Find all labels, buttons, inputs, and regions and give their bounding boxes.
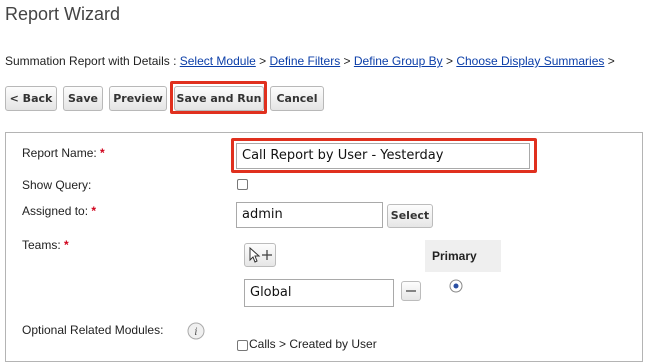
breadcrumb-separator: > [259, 54, 267, 68]
related-module-option-label: Calls > Created by User [249, 337, 377, 351]
breadcrumb-prefix: Summation Report with Details : [5, 54, 177, 68]
primary-team-radio[interactable] [449, 279, 463, 293]
team-name-input[interactable]: Global [244, 279, 394, 307]
breadcrumb-separator: > [343, 54, 351, 68]
teams-label-text: Teams: [22, 238, 61, 252]
related-module-checkbox[interactable] [237, 340, 248, 351]
required-marker: * [100, 146, 105, 160]
preview-button[interactable]: Preview [109, 86, 167, 111]
svg-text:i: i [194, 327, 197, 338]
assigned-to-label: Assigned to: * [22, 204, 96, 218]
highlight-save-and-run [170, 81, 267, 114]
cursor-plus-icon [249, 246, 272, 263]
primary-header-text: Primary [432, 249, 477, 263]
breadcrumb-select-module[interactable]: Select Module [180, 54, 256, 68]
breadcrumb-define-group-by[interactable]: Define Group By [354, 54, 443, 68]
select-user-button[interactable]: Select [387, 204, 433, 228]
breadcrumb-separator: > [445, 54, 453, 68]
cancel-button[interactable]: Cancel [270, 86, 324, 111]
breadcrumb-separator: > [607, 54, 615, 68]
info-icon[interactable]: i [187, 322, 205, 340]
show-query-checkbox[interactable] [237, 179, 248, 190]
show-query-label: Show Query: [22, 178, 92, 192]
teams-label: Teams: * [22, 238, 69, 252]
required-marker: * [91, 204, 97, 218]
page-title: Report Wizard [5, 4, 121, 24]
assigned-to-label-text: Assigned to: [22, 204, 89, 218]
primary-column-header: Primary [425, 240, 501, 272]
report-name-label: Report Name: * [22, 146, 105, 160]
report-name-label-text: Report Name: [22, 146, 97, 160]
breadcrumb-choose-display-summaries[interactable]: Choose Display Summaries [456, 54, 604, 68]
breadcrumb-define-filters[interactable]: Define Filters [270, 54, 341, 68]
save-button[interactable]: Save [63, 86, 103, 111]
assigned-to-input[interactable]: admin [236, 202, 383, 228]
optional-related-modules-label: Optional Related Modules: [22, 323, 164, 337]
breadcrumb: Summation Report with Details : Select M… [5, 54, 615, 68]
team-select-button[interactable] [244, 243, 276, 267]
minus-icon [406, 290, 416, 292]
highlight-report-name [231, 138, 537, 173]
back-button[interactable]: < Back [5, 86, 57, 111]
required-marker: * [64, 238, 69, 252]
remove-team-button[interactable] [401, 281, 421, 301]
